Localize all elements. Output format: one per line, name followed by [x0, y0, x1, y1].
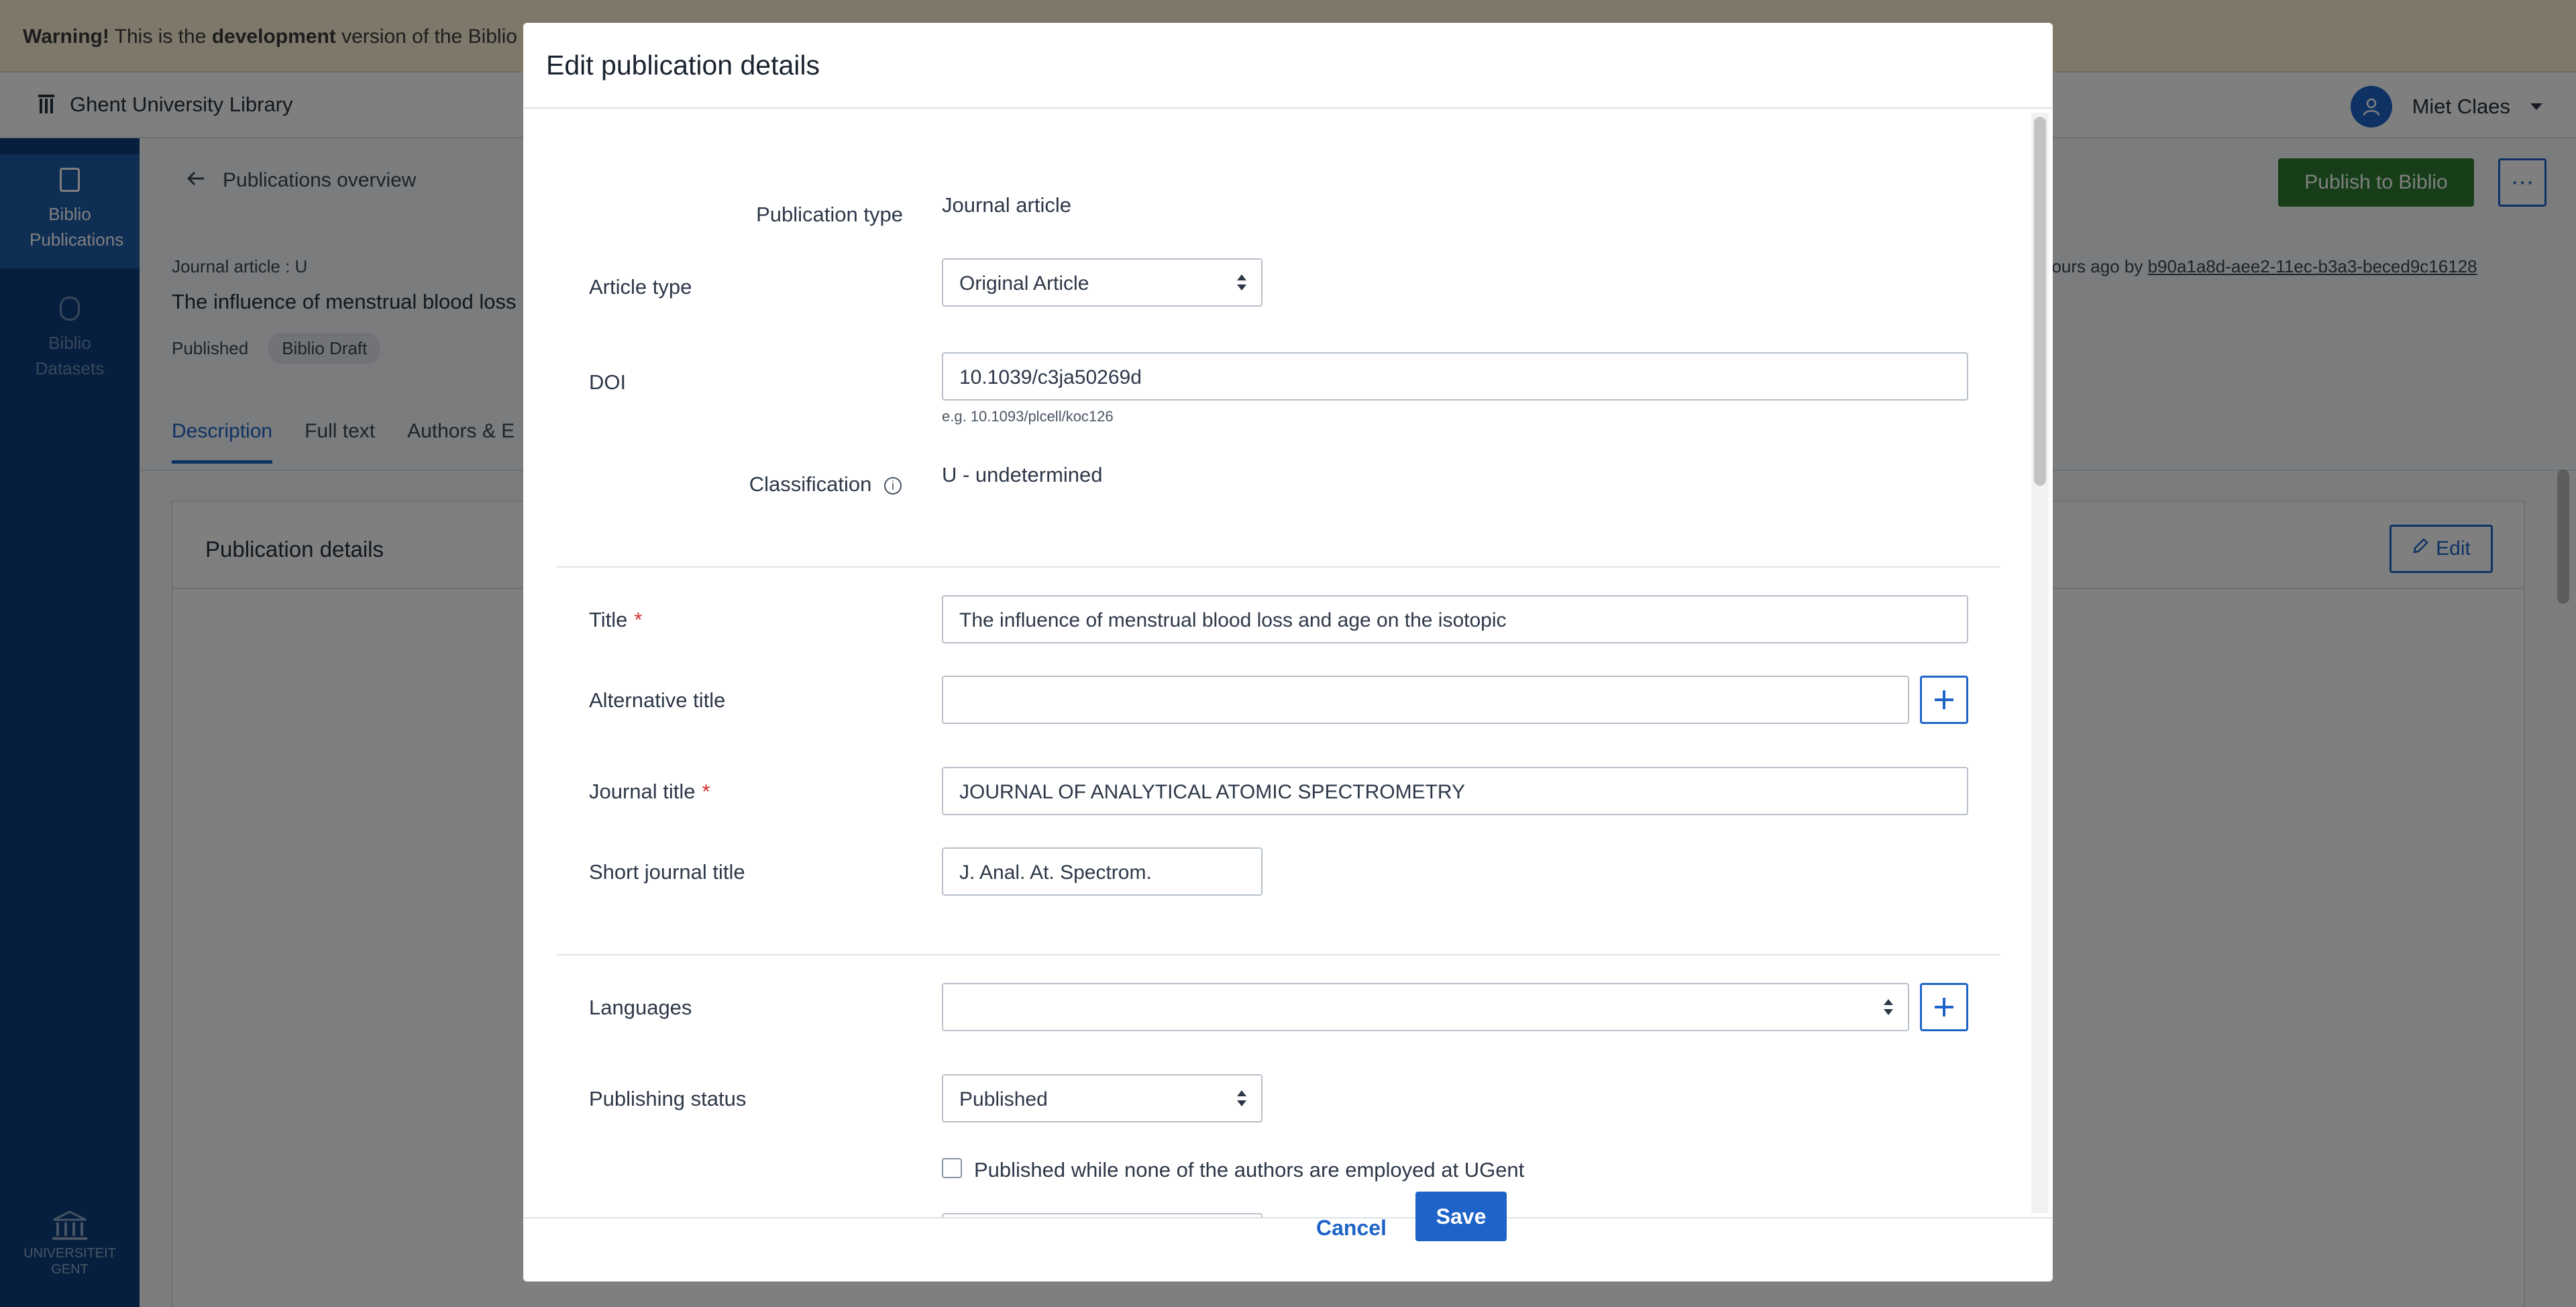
alt-title-label: Alternative title — [589, 688, 726, 712]
external-authors-checkbox[interactable] — [942, 1158, 962, 1178]
journal-title-label: Journal title * — [589, 780, 710, 804]
classification-label: Classification i — [749, 472, 902, 496]
doi-label: DOI — [589, 370, 627, 394]
save-button[interactable]: Save — [1415, 1192, 1507, 1241]
title-input[interactable]: The influence of menstrual blood loss an… — [942, 595, 1968, 643]
info-icon[interactable]: i — [884, 476, 902, 494]
select-arrows-icon — [1237, 1090, 1246, 1108]
article-type-selected: Original Article — [959, 272, 1089, 295]
cancel-button[interactable]: Cancel — [1316, 1216, 1387, 1241]
short-journal-input[interactable]: J. Anal. At. Spectrom. — [942, 847, 1263, 896]
external-authors-label: Published while none of the authors are … — [974, 1158, 1525, 1182]
doi-input[interactable]: 10.1039/c3ja50269d — [942, 352, 1968, 401]
languages-select[interactable] — [942, 983, 1909, 1031]
doi-hint: e.g. 10.1093/plcell/koc126 — [942, 408, 1114, 425]
journal-title-input[interactable]: JOURNAL OF ANALYTICAL ATOMIC SPECTROMETR… — [942, 767, 1968, 815]
modal-scrollbar[interactable] — [2031, 113, 2049, 1213]
add-language-button[interactable] — [1920, 983, 1968, 1031]
article-type-select[interactable]: Original Article — [942, 258, 1263, 307]
title-label-text: Title — [589, 608, 628, 631]
article-type-label: Article type — [589, 275, 692, 299]
select-arrows-icon — [1237, 274, 1246, 292]
publishing-status-selected: Published — [959, 1088, 1048, 1110]
short-journal-label: Short journal title — [589, 860, 745, 884]
title-label: Title * — [589, 608, 643, 632]
publishing-status-label: Publishing status — [589, 1087, 747, 1110]
publication-type-value: Journal article — [942, 193, 1071, 217]
classification-label-text: Classification — [749, 472, 872, 496]
journal-title-label-text: Journal title — [589, 780, 696, 803]
plus-icon — [1935, 690, 1953, 709]
plus-icon — [1935, 998, 1953, 1016]
modal-scroll-thumb[interactable] — [2034, 117, 2046, 486]
modal-footer — [523, 1217, 2053, 1282]
required-mark: * — [634, 608, 643, 631]
modal-body: Publication type Journal article Article… — [523, 109, 2053, 1217]
required-mark: * — [702, 780, 710, 803]
edit-publication-modal: Edit publication details Publication typ… — [523, 23, 2053, 1282]
publishing-status-select[interactable]: Published — [942, 1074, 1263, 1122]
modal-title: Edit publication details — [546, 50, 820, 81]
modal-header: Edit publication details — [523, 23, 2053, 109]
alt-title-input[interactable] — [942, 676, 1909, 724]
languages-label: Languages — [589, 996, 692, 1019]
classification-value: U - undetermined — [942, 463, 1103, 486]
section-divider — [557, 954, 2000, 955]
add-alt-title-button[interactable] — [1920, 676, 1968, 724]
publication-type-label: Publication type — [756, 203, 903, 226]
select-arrows-icon — [1884, 999, 1893, 1016]
section-divider — [557, 566, 2000, 568]
